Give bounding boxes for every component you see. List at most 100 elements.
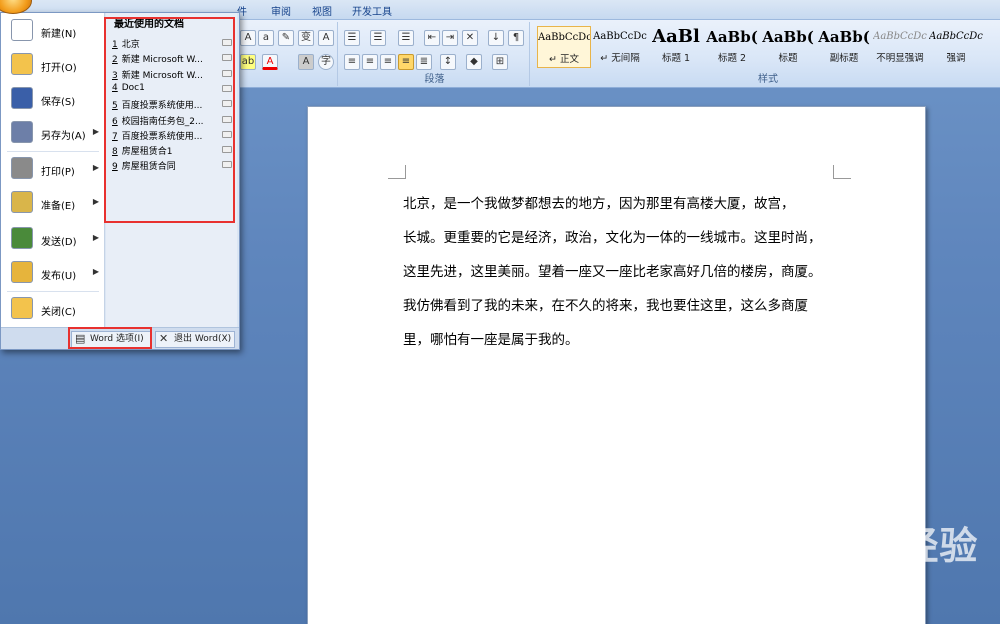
shrink-font-icon[interactable]: a [258,30,274,46]
style-sample-text: AaBbCcDc [929,31,983,42]
exit-word-label: 退出 Word(X) [174,334,232,344]
open-folder-icon [11,53,33,75]
style-option[interactable]: AaBbCcDc 强调 [929,26,983,68]
borders-icon[interactable]: ⊞ [492,54,508,70]
style-sample-text: AaBbCcDc [873,31,927,42]
sort-icon[interactable]: ↓ [488,30,504,46]
watermark-logo-text: Bai du 经验 [745,524,979,568]
submenu-arrow-icon: ▶ [92,233,99,242]
style-sample-text: AaBb( [762,28,814,46]
enclose-char-icon[interactable]: 字 [318,54,334,70]
style-option[interactable]: AaBl 标题 1 [649,26,703,68]
chinese-layout-icon[interactable]: ✕ [462,30,478,46]
menu-item[interactable]: 新建(N) [1,15,105,47]
style-sample-text: AaBbCcDc [538,32,590,43]
multilevel-list-icon[interactable]: ☰ [398,30,414,46]
style-sample-text: AaBl [652,26,700,47]
submenu-arrow-icon: ▶ [92,197,99,206]
style-sample-text: AaBb( [818,28,870,46]
decrease-indent-icon[interactable]: ⇤ [424,30,440,46]
paragraph-line: 我仿佛看到了我的未来，在不久的将来，我也要住这里，这么多商厦 [403,298,808,314]
grow-font-icon[interactable]: A [240,30,256,46]
submenu-arrow-icon: ▶ [92,127,99,136]
char-border-icon[interactable]: A [318,30,334,46]
menu-item[interactable]: 打印(P) ▶ [1,153,105,185]
align-right-icon[interactable]: ≡ [380,54,396,70]
justify-icon[interactable]: ≡ [398,54,414,70]
save-as-icon [11,121,33,143]
paragraph-group: ☰ ☰ ☰ ⇤ ⇥ ✕ ↓ ¶ ≡ ≡ ≡ ≡ ≣ ↕ ◆ ⊞ 段落 [340,22,530,86]
tab-view[interactable]: 视图 [312,3,332,18]
document-body-text[interactable]: 北京，是一个我做梦都想去的地方，因为那里有高楼大厦，故宫， 长城。更重要的它是经… [403,187,843,357]
phonetic-guide-icon[interactable]: 变 [298,30,314,46]
submenu-arrow-icon: ▶ [92,163,99,172]
style-option[interactable]: AaBb( 标题 [761,26,815,68]
style-option[interactable]: AaBb( 副标题 [817,26,871,68]
style-sample-text: Aa [985,26,1000,48]
send-icon [11,227,33,249]
menu-item-label: 准备(E) [41,201,76,212]
menu-item-label: 关闭(C) [41,307,76,318]
align-left-icon[interactable]: ≡ [344,54,360,70]
tab-review[interactable]: 审阅 [271,3,291,18]
style-name-label: ↵ 正文 [549,54,579,65]
style-option[interactable]: AaBbCcDc ↵ 正文 [537,26,591,68]
style-name-label: 标题 1 [661,53,691,64]
menu-item[interactable]: 关闭(C) [1,293,105,325]
style-name-label: 副标题 [829,53,859,64]
prepare-icon [11,191,33,213]
menu-item[interactable]: 另存为(A) ▶ [1,117,105,149]
style-name-label: 不明显强调 [876,53,924,64]
margin-corner-mark [833,165,851,179]
menu-separator [7,151,99,152]
menu-item[interactable]: 发布(U) ▶ [1,257,105,289]
highlight-color-icon[interactable]: ab [240,54,256,70]
numbering-icon[interactable]: ☰ [370,30,386,46]
style-option[interactable]: AaBbCcDc 不明显强调 [873,26,927,68]
menu-item-label: 打开(O) [41,63,77,74]
new-document-icon [11,19,33,41]
tab-developer[interactable]: 开发工具 [352,3,392,18]
styles-group-label: 样式 [758,74,778,85]
font-color-icon[interactable]: A [262,54,278,70]
show-marks-icon[interactable]: ¶ [508,30,524,46]
char-shading-icon[interactable]: A [298,54,314,70]
publish-icon [11,261,33,283]
highlight-word-options [68,327,152,349]
paragraph-group-label: 段落 [424,74,445,85]
align-center-icon[interactable]: ≡ [362,54,378,70]
paragraph-line: 长城。更重要的它是经济，政治，文化为一体的一线城市。这里时尚， [403,230,822,246]
menu-item[interactable]: 发送(D) ▶ [1,223,105,255]
style-name-label: 明 [985,50,1000,64]
close-folder-icon [11,297,33,319]
increase-indent-icon[interactable]: ⇥ [442,30,458,46]
style-sample-text: AaBbCcDc [593,31,647,42]
baidu-watermark: Bai du 经验 jingyan.baidu.com [745,515,979,594]
shading-icon[interactable]: ◆ [466,54,482,70]
style-option[interactable]: AaBb(标题 2 [705,26,759,68]
menu-item[interactable]: 准备(E) ▶ [1,187,105,219]
styles-group: AaBbCcDc ↵ 正文 AaBbCcDc ↵ 无间隔 AaBl 标题 1 AaBb(标题… [533,22,1000,86]
line-spacing-icon[interactable]: ↕ [440,54,456,70]
style-name-label: 标题 [778,53,798,64]
clear-format-icon[interactable]: ✎ [278,30,294,46]
style-name-label: ↵ 无间隔 [600,53,640,64]
menu-item-label: 发送(D) [41,237,77,248]
menu-item-label: 另存为(A) [41,131,86,142]
menu-item-label: 保存(S) [41,97,76,108]
distributed-icon[interactable]: ≣ [416,54,432,70]
paragraph-line: 这里先进，这里美丽。望着一座又一座比老家高好几倍的楼房，商厦。 [403,264,822,280]
menu-item[interactable]: 保存(S) [1,83,105,115]
style-option[interactable]: AaBbCcDc ↵ 无间隔 [593,26,647,68]
style-name-label: 强调 [946,53,966,64]
office-menu-commands: 新建(N) 打开(O) 保存(S) 另存为(A) ▶ 打印(P) ▶ 准备(E) ▶ 发送(D) ▶… [1,13,105,327]
menu-item-label: 发布(U) [41,271,77,282]
menu-item-label: 打印(P) [41,167,75,178]
exit-word-button[interactable]: ✕ 退出 Word(X) [155,331,235,348]
printer-icon [11,157,33,179]
menu-item[interactable]: 打开(O) [1,49,105,81]
save-disk-icon [11,87,33,109]
bullets-icon[interactable]: ☰ [344,30,360,46]
paragraph-line: 北京，是一个我做梦都想去的地方，因为那里有高楼大厦，故宫， [403,196,795,212]
style-option[interactable]: Aa 明 [985,26,1000,68]
